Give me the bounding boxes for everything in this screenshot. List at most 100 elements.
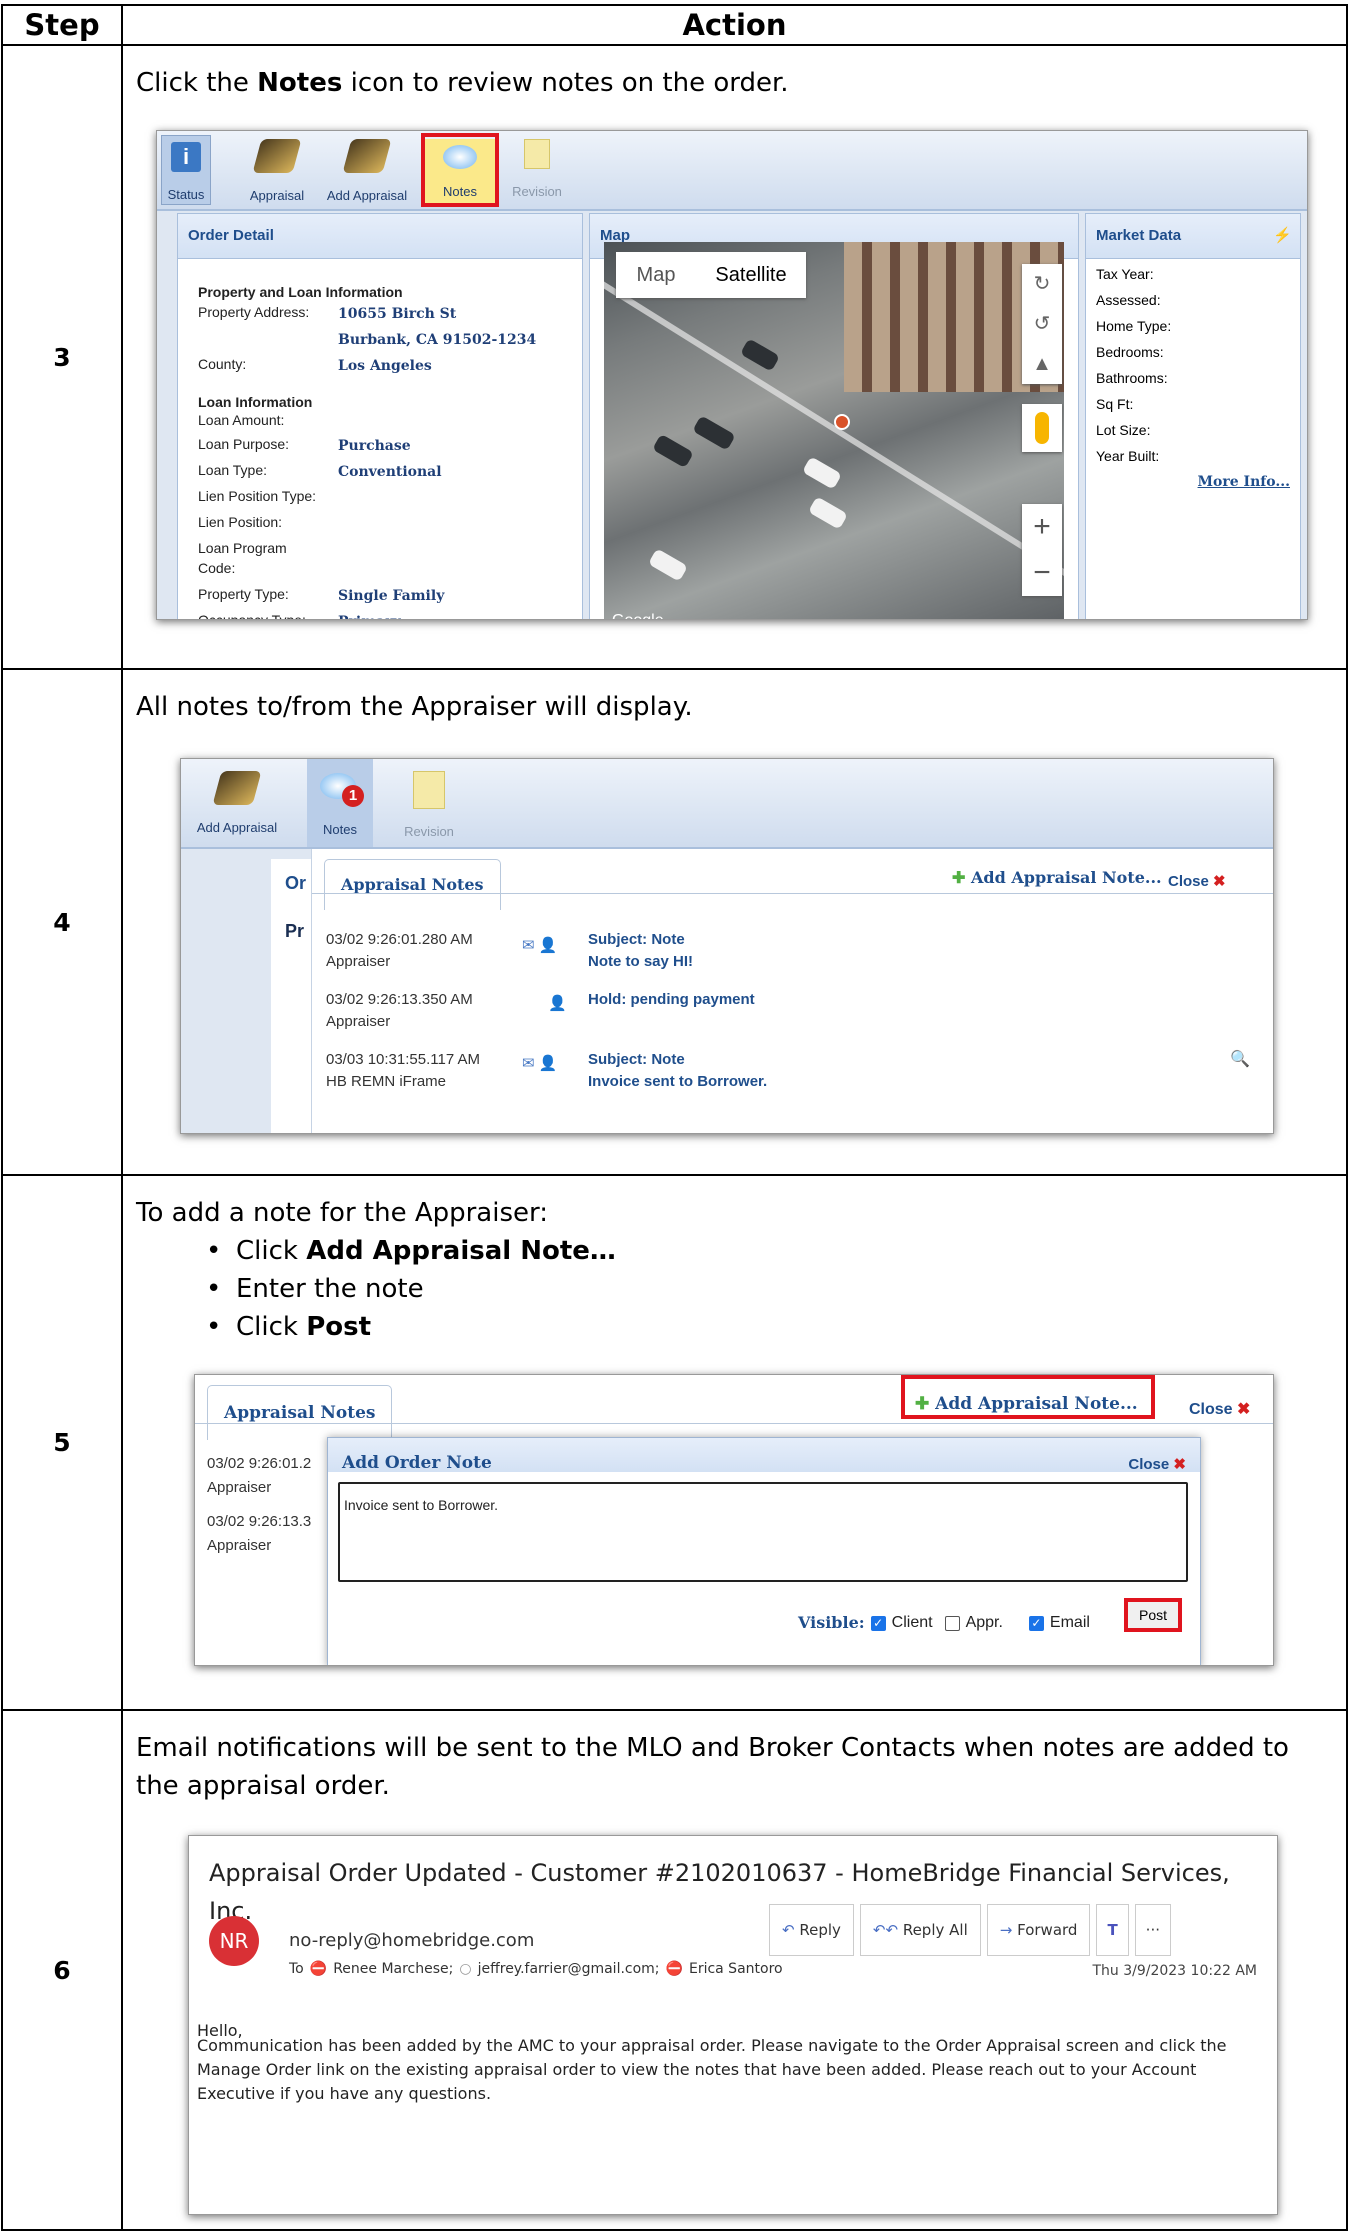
close-link[interactable]: Close ✖ [1189, 1391, 1250, 1429]
step-action: Email notifications will be sent to the … [121, 1709, 1348, 2231]
value: Conventional [338, 464, 442, 480]
appraisal-notes-tab[interactable]: Appraisal Notes [324, 859, 501, 910]
instruction-list: Click Add Appraisal Note… Enter the note… [206, 1232, 1334, 1346]
instruction: All notes to/from the Appraiser will dis… [136, 692, 693, 722]
email-date: Thu 3/9/2023 10:22 AM [1092, 1963, 1257, 1979]
email-checkbox[interactable]: ✓ [1028, 1615, 1044, 1631]
car [801, 456, 843, 490]
note-subject: Hold: pending payment [588, 991, 755, 1008]
add-appraisal-button[interactable]: Add Appraisal [317, 139, 417, 215]
step-number: 6 [1, 1709, 123, 2231]
order-detail-panel: Order Detail Property and Loan Informati… [177, 213, 583, 620]
forward-button[interactable]: → Forward [986, 1904, 1091, 1956]
step-number: 4 [1, 668, 123, 1176]
notes-icon: 1 [320, 773, 364, 807]
email-icon: ✉ [522, 1055, 535, 1072]
pegman-control[interactable] [1022, 404, 1062, 452]
user-icon: 👤 [538, 937, 558, 954]
appr-checkbox[interactable] [944, 1615, 960, 1631]
rotate-cw-icon[interactable]: ↻ [1034, 273, 1051, 295]
value: Los Angeles [338, 358, 432, 374]
pegman-icon [1035, 412, 1049, 444]
forward-icon: → [999, 1921, 1013, 1939]
close-icon: ✖ [1173, 1456, 1186, 1473]
market-list: Tax Year: Assessed: Home Type: Bedrooms:… [1086, 259, 1300, 497]
user-icon: 👤 [538, 1055, 558, 1072]
revision-icon [413, 771, 445, 809]
map-type-map[interactable]: Map [616, 252, 696, 298]
note-icons: 👤 [548, 985, 567, 1023]
plus-icon: ✚ [952, 868, 966, 887]
steps-table: Step Action 3 Click the Notes icon to re… [1, 4, 1348, 2231]
label: Property Address: [198, 304, 310, 320]
teams-button[interactable]: T [1096, 1904, 1129, 1956]
dialog-header: Add Order Note Close ✖ [328, 1438, 1200, 1473]
order-detail-title: Order Detail [178, 214, 582, 259]
car [652, 433, 694, 469]
location-marker-icon[interactable] [834, 414, 850, 430]
highlight-box [901, 1375, 1155, 1419]
close-link[interactable]: Close ✖ [1168, 863, 1226, 901]
zoom-out-button[interactable]: − [1022, 550, 1062, 596]
tilt-icon[interactable]: ▲ [1032, 353, 1052, 375]
car [647, 548, 689, 582]
reply-button[interactable]: ↶ Reply [769, 1904, 854, 1956]
revision-button[interactable]: Revision [391, 771, 467, 851]
visible-options: Visible: ✓ Client Appr. ✓ Email [798, 1613, 1090, 1632]
market-header: Market Data ⚡ [1086, 214, 1300, 259]
post-button[interactable]: Post [1124, 1598, 1182, 1632]
note-icons: ✉ 👤 [522, 1045, 557, 1083]
instruction: Click the Notes icon to review notes on … [136, 68, 789, 98]
rotate-ccw-icon[interactable]: ↺ [1034, 313, 1051, 335]
note-body: Note to say HI! [588, 953, 694, 970]
email-icon: ✉ [522, 937, 535, 954]
reply-all-button[interactable]: ↶↶ Reply All [859, 1904, 981, 1956]
busy-status-icon: ⛔ [665, 1961, 683, 1977]
list-item: Enter the note [206, 1270, 1334, 1308]
appraisal-button[interactable]: Appraisal [237, 139, 317, 215]
instruction: Email notifications will be sent to the … [136, 1733, 1289, 1801]
notes-button[interactable]: 1 Notes [307, 759, 373, 847]
add-note-dialog: Add Order Note Close ✖ Invoice sent to B… [327, 1437, 1201, 1665]
google-logo: Google [612, 602, 664, 619]
step-action: Click the Notes icon to review notes on … [121, 44, 1348, 670]
client-checkbox[interactable]: ✓ [870, 1615, 886, 1631]
revision-icon [524, 139, 550, 169]
map-type-satellite[interactable]: Satellite [696, 252, 806, 298]
note-author: Appraiser [207, 1537, 272, 1554]
market-label: Sq Ft: [1096, 396, 1134, 412]
header-action: Action [121, 4, 1348, 46]
label: Occupancy Type: [198, 612, 306, 620]
market-label: Year Built: [1096, 448, 1160, 464]
market-label: Lot Size: [1096, 422, 1151, 438]
refresh-icon[interactable]: ⚡ [1273, 217, 1292, 255]
info-icon: i [171, 142, 201, 172]
zoom-in-button[interactable]: + [1022, 504, 1062, 550]
note-textarea[interactable]: Invoice sent to Borrower. [338, 1482, 1188, 1582]
teams-icon: T [1107, 1921, 1118, 1939]
magnify-icon[interactable]: 🔍 [1230, 1041, 1250, 1079]
label: County: [198, 356, 247, 372]
car [739, 338, 781, 372]
close-icon: ✖ [1213, 873, 1226, 890]
more-button[interactable]: ··· [1134, 1904, 1171, 1956]
add-note-link[interactable]: ✚ Add Appraisal Note... [952, 859, 1162, 897]
close-icon: ✖ [1237, 1401, 1251, 1418]
value: Primary [338, 603, 401, 619]
dialog-close[interactable]: Close ✖ [1128, 1446, 1186, 1484]
satellite-map[interactable]: Map Satellite ↻ ↺ ▲ +− Google [604, 242, 1064, 619]
revision-button[interactable]: Revision [502, 139, 572, 211]
screenshot-add-note: Appraisal Notes ✚ Add Appraisal Note... … [194, 1374, 1274, 1666]
status-button[interactable]: i Status [161, 135, 211, 205]
list-item: Click Add Appraisal Note… [206, 1232, 1334, 1270]
add-appraisal-button[interactable]: Add Appraisal [187, 771, 287, 847]
toolbar: Add Appraisal 1 Notes Revision [181, 759, 1273, 849]
more-info-link[interactable]: More Info... [1096, 469, 1290, 495]
rotate-controls[interactable]: ↻ ↺ ▲ [1022, 264, 1062, 384]
appraisal-icon [252, 139, 302, 173]
market-data-panel: Market Data ⚡ Tax Year: Assessed: Home Ty… [1085, 213, 1301, 619]
reply-all-icon: ↶↶ [872, 1921, 899, 1939]
email-actions: ↶ Reply ↶↶ Reply All → Forward T ··· [769, 1904, 1171, 1956]
appraisal-notes-tab[interactable]: Appraisal Notes [207, 1385, 393, 1440]
car [692, 415, 736, 451]
